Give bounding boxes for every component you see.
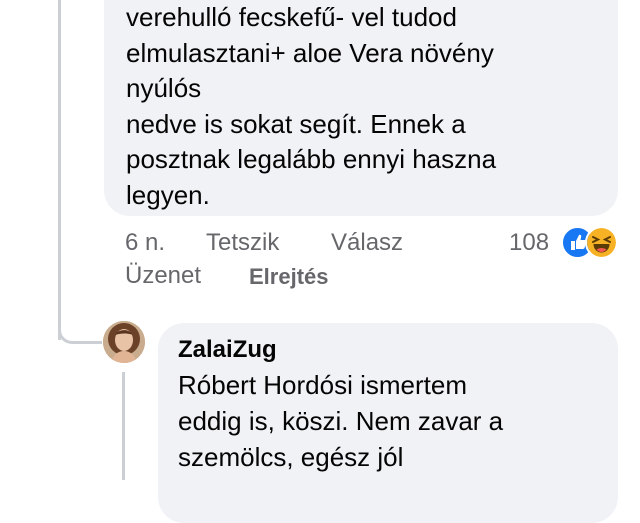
reply-connector-curve bbox=[58, 318, 102, 344]
reaction-summary[interactable] bbox=[561, 226, 625, 259]
reply-bubble: ZalaiZug Róbert Hordósi ismertem eddig i… bbox=[158, 323, 618, 523]
haha-reaction-icon bbox=[585, 226, 618, 259]
reply-line: eddig is, köszi. Nem zavar a bbox=[178, 406, 504, 436]
reaction-count[interactable]: 108 bbox=[509, 229, 549, 257]
comment-line: verehulló fecskefű- vel tudod bbox=[126, 2, 457, 32]
comment-actions: 6 n. Tetszik Válasz 108 bbox=[125, 226, 625, 262]
comment-line: legyen. bbox=[126, 179, 210, 210]
comment-bubble: verehulló fecskefű- vel tudod elmulaszta… bbox=[104, 0, 618, 216]
reply-text: Róbert Hordósi ismertem eddig is, köszi.… bbox=[178, 367, 600, 475]
reply-thread-line bbox=[122, 372, 125, 480]
comment-timestamp[interactable]: 6 n. bbox=[125, 229, 165, 257]
hide-button[interactable]: Elrejtés bbox=[249, 264, 329, 290]
reply-author-name[interactable]: ZalaiZug bbox=[178, 335, 600, 365]
message-button[interactable]: Üzenet bbox=[125, 262, 201, 290]
reply-line: Róbert Hordósi ismertem bbox=[178, 370, 467, 400]
comment-text: verehulló fecskefű- vel tudod elmulaszta… bbox=[126, 0, 598, 213]
reply-line: szemölcs, egész jól bbox=[178, 442, 404, 472]
like-button[interactable]: Tetszik bbox=[206, 229, 279, 257]
comment-line: nyúlós bbox=[126, 73, 202, 103]
thread-connector-line bbox=[58, 0, 61, 340]
comment-line: posztnak legalább ennyi haszna bbox=[126, 144, 497, 174]
reply-button[interactable]: Válasz bbox=[331, 229, 403, 257]
comment-line: nedve is sokat segít. Ennek a bbox=[126, 108, 466, 139]
comment-line: elmulasztani+ aloe Vera növény bbox=[126, 37, 494, 68]
avatar[interactable] bbox=[103, 321, 145, 363]
